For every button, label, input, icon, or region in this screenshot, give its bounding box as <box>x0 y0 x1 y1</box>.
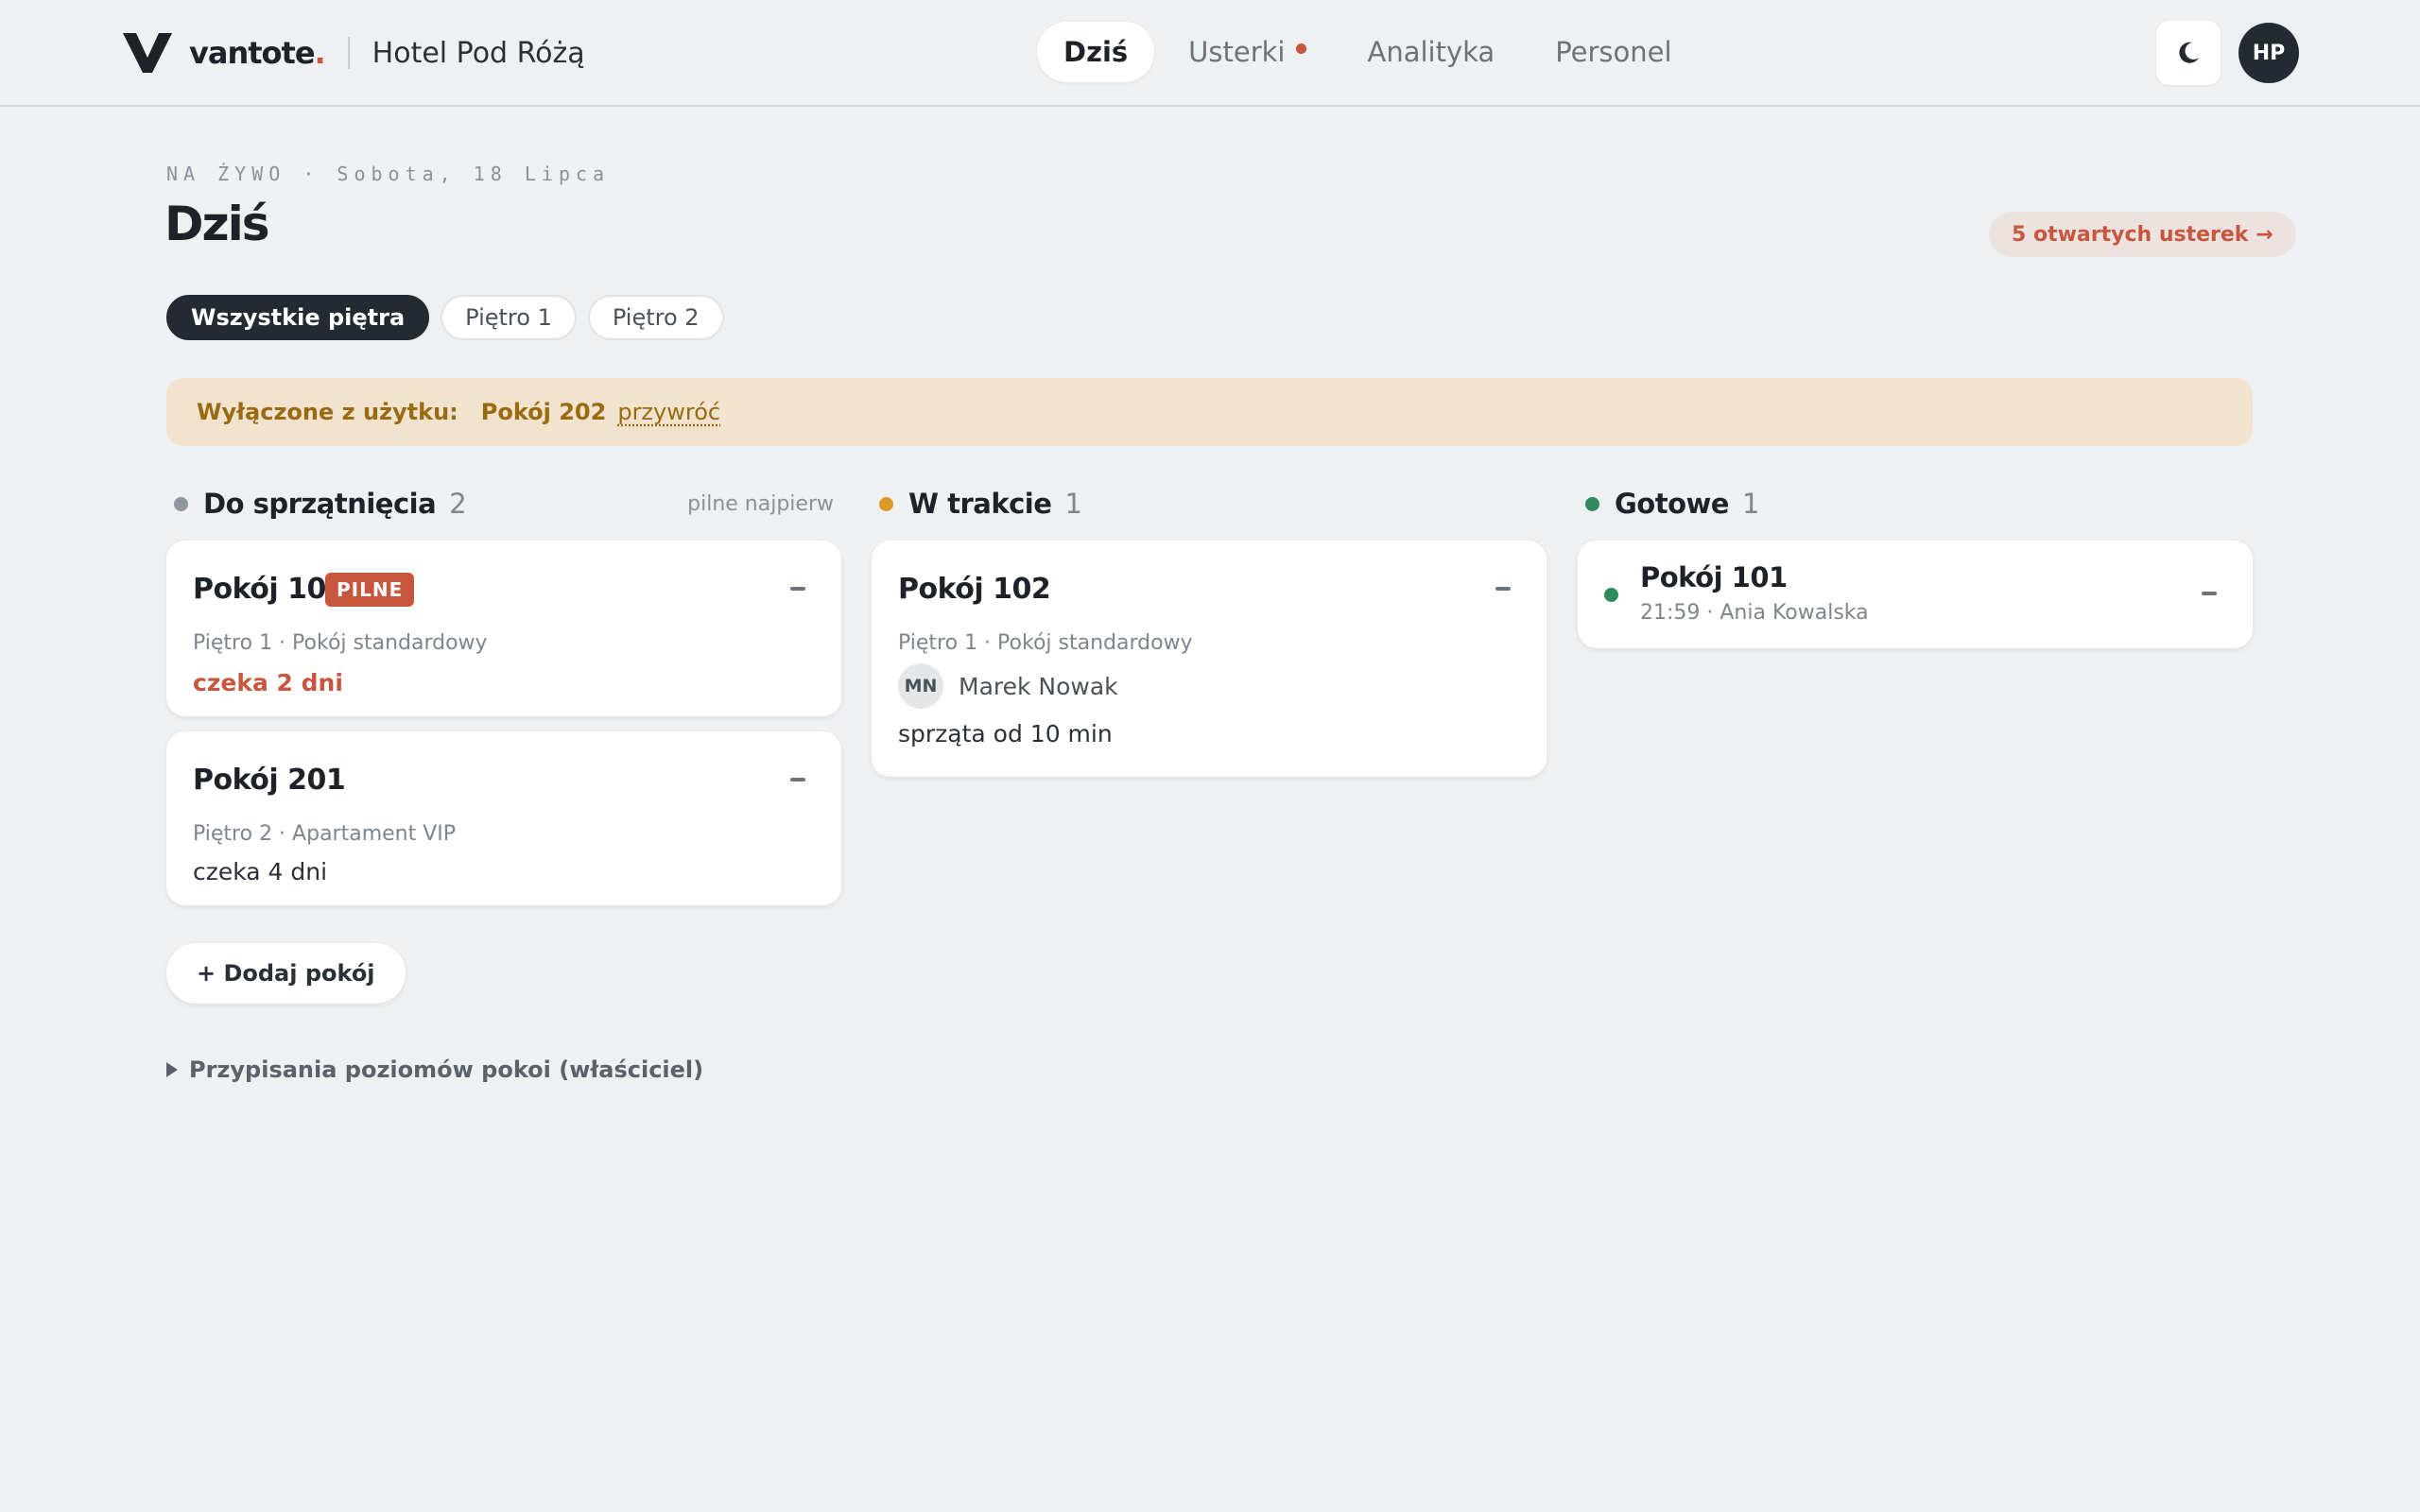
add-room-button[interactable]: + Dodaj pokój <box>166 943 406 1004</box>
status-dot <box>879 496 893 511</box>
filter-all-floors[interactable]: Wszystkie piętra <box>166 295 430 340</box>
disclosure-triangle-icon <box>166 1062 178 1077</box>
column-count: 1 <box>1741 488 1760 520</box>
card-menu-icon[interactable] <box>1495 587 1511 591</box>
column-header: Do sprzątnięcia 2 pilne najpierw <box>166 482 841 525</box>
column-title: Do sprzątnięcia <box>203 488 437 520</box>
room-details: Piętro 1 · Pokój standardowy <box>898 631 1193 655</box>
card-menu-icon[interactable] <box>2202 592 2217 595</box>
status-dot <box>1585 496 1599 511</box>
main-nav: Dziś Usterki Analityka Personel <box>1037 22 1706 82</box>
urgent-badge: PILNE <box>325 573 415 607</box>
column-title: W trakcie <box>908 488 1052 520</box>
column-done: Gotowe 1 Pokój 101 21:59 · Ania Kowalska <box>1578 482 2253 648</box>
room-name: Pokój 201 <box>193 764 346 797</box>
floor-filters: Wszystkie piętra Piętro 1 Piętro 2 <box>166 295 735 340</box>
room-details: Piętro 1 · Pokój standardowy <box>193 631 488 655</box>
nav-tab-issues[interactable]: Usterki <box>1162 22 1333 82</box>
open-issues-link[interactable]: 5 otwartych usterek → <box>1989 212 2296 257</box>
room-card[interactable]: Pokój 103 PILNE Piętro 1 · Pokój standar… <box>166 541 841 716</box>
room-name: Pokój 102 <box>898 573 1051 606</box>
live-date-label: NA ŻYWO · Sobota, 18 Lipca <box>166 163 611 185</box>
wait-time: czeka 2 dni <box>193 669 343 696</box>
assignments-label: Przypisania poziomów pokoi (właściciel) <box>189 1057 704 1083</box>
card-menu-icon[interactable] <box>790 587 805 591</box>
nav-tab-staff[interactable]: Personel <box>1529 22 1698 82</box>
room-tier-assignments-toggle[interactable]: Przypisania poziomów pokoi (właściciel) <box>166 1057 703 1083</box>
hotel-name: Hotel Pod Różą <box>372 36 585 70</box>
theme-toggle-button[interactable] <box>2156 21 2221 85</box>
assignee-name: Marek Nowak <box>959 673 1118 700</box>
column-count: 2 <box>449 488 467 520</box>
top-bar: vantote. Hotel Pod Różą Dziś Usterki Ana… <box>0 0 2420 107</box>
column-in-progress: W trakcie 1 Pokój 102 Piętro 1 · Pokój s… <box>872 482 1547 777</box>
room-card[interactable]: Pokój 201 Piętro 2 · Apartament VIP czek… <box>166 731 841 905</box>
nav-tab-analytics[interactable]: Analityka <box>1340 22 1521 82</box>
status-dot <box>174 496 188 511</box>
room-card[interactable]: Pokój 101 21:59 · Ania Kowalska <box>1578 541 2253 648</box>
room-card[interactable]: Pokój 102 Piętro 1 · Pokój standardowy M… <box>872 541 1547 777</box>
sort-label[interactable]: pilne najpierw <box>687 492 834 516</box>
brand-name: vantote. <box>189 35 326 71</box>
brand[interactable]: vantote. Hotel Pod Różą <box>123 28 585 77</box>
column-header: Gotowe 1 <box>1578 482 2253 525</box>
user-avatar[interactable]: HP <box>2238 23 2299 83</box>
filter-floor-2[interactable]: Piętro 2 <box>587 295 724 340</box>
room-name: Pokój 103 <box>193 573 346 606</box>
cleaning-duration: sprząta od 10 min <box>898 720 1113 747</box>
wait-time: czeka 4 dni <box>193 858 328 885</box>
restore-room-link[interactable]: przywróć <box>617 399 720 425</box>
column-count: 1 <box>1064 488 1082 520</box>
banner-room: Pokój 202 <box>480 399 607 425</box>
page-title: Dziś <box>164 197 270 251</box>
assignee-avatar: MN <box>898 663 943 709</box>
vantote-logo-icon <box>123 33 172 73</box>
column-header: W trakcie 1 <box>872 482 1547 525</box>
column-title: Gotowe <box>1615 488 1729 520</box>
issues-alert-dot <box>1296 43 1307 54</box>
completion-details: 21:59 · Ania Kowalska <box>1640 601 1869 625</box>
room-name: Pokój 101 <box>1640 561 1788 593</box>
banner-label: Wyłączone z użytku: <box>197 399 458 425</box>
done-status-dot <box>1604 588 1618 602</box>
nav-tab-today[interactable]: Dziś <box>1037 22 1155 82</box>
moon-icon <box>2179 42 2199 63</box>
brand-divider <box>347 37 350 69</box>
out-of-service-banner: Wyłączone z użytku: Pokój 202 przywróć <box>166 378 2253 446</box>
room-details: Piętro 2 · Apartament VIP <box>193 822 457 846</box>
filter-floor-1[interactable]: Piętro 1 <box>441 295 577 340</box>
card-menu-icon[interactable] <box>790 778 805 782</box>
column-to-clean: Do sprzątnięcia 2 pilne najpierw Pokój 1… <box>166 482 841 905</box>
